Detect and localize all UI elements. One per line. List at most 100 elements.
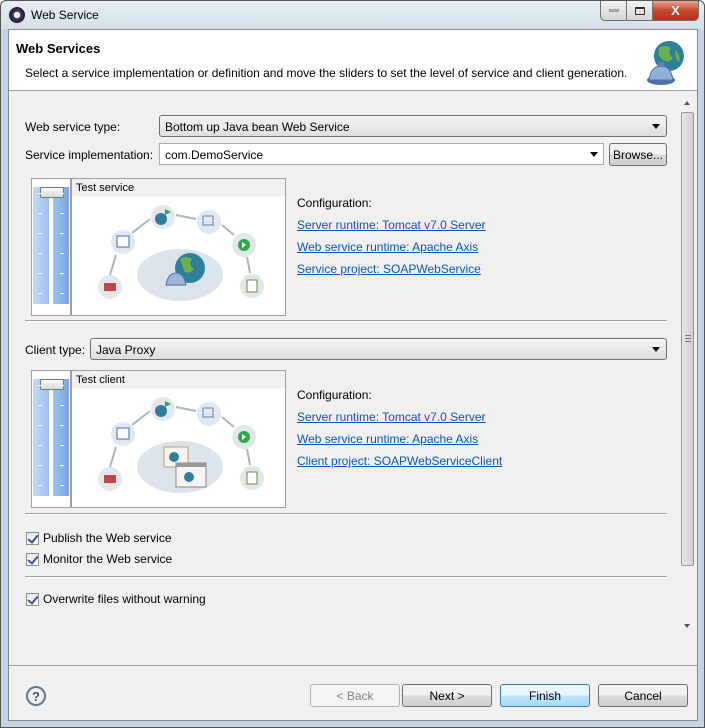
assemble-icon	[116, 235, 130, 248]
scrollable-content: Web service type: Bottom up Java bean We…	[9, 92, 697, 640]
slider-tick	[38, 233, 42, 234]
footer-separator	[9, 665, 697, 666]
test-icon	[246, 279, 258, 293]
step-install	[197, 402, 221, 426]
slider-tick	[60, 293, 64, 294]
service-ws-runtime-link[interactable]: Web service runtime: Apache Axis	[297, 240, 478, 254]
window-title: Web Service	[31, 8, 99, 22]
chevron-down-icon	[590, 152, 598, 157]
slider-tick	[38, 405, 42, 406]
client-ws-runtime-link[interactable]: Web service runtime: Apache Axis	[297, 432, 478, 446]
overwrite-label: Overwrite files without warning	[43, 592, 206, 606]
minimize-icon	[608, 9, 619, 12]
slider-tick	[60, 445, 64, 446]
client-configuration-label: Configuration:	[297, 388, 372, 402]
separator	[25, 576, 667, 578]
dialog-body: Web Services Select a service implementa…	[8, 29, 698, 721]
grip-line	[685, 341, 691, 342]
test-icon	[246, 471, 258, 485]
client-type-dropdown[interactable]: Java Proxy	[90, 338, 667, 360]
separator	[25, 513, 667, 515]
scrollbar-thumb[interactable]	[681, 112, 694, 566]
slider-tick	[60, 193, 64, 194]
minimize-button[interactable]	[600, 1, 627, 21]
slider-track	[33, 379, 69, 496]
slider-track	[33, 187, 69, 304]
web-service-dialog: Web Service X Web Services Select a serv…	[0, 0, 705, 728]
service-level-label: Test service	[72, 179, 285, 197]
slider-tick	[38, 465, 42, 466]
checkbox-checked-icon[interactable]	[26, 531, 39, 545]
client-level-label: Test client	[72, 371, 285, 389]
web-services-globe-icon	[647, 41, 684, 85]
separator	[25, 320, 667, 322]
assemble-icon	[116, 427, 130, 440]
scroll-up-icon[interactable]	[684, 101, 690, 105]
wizard-banner: Web Services Select a service implementa…	[9, 30, 697, 91]
monitor-label: Monitor the Web service	[43, 552, 173, 566]
vertical-scrollbar[interactable]	[680, 94, 695, 638]
slider-tick	[60, 465, 64, 466]
maximize-icon	[634, 6, 645, 15]
slider-tick	[38, 425, 42, 426]
slider-tick	[60, 233, 64, 234]
slider-tick	[60, 405, 64, 406]
service-implementation-label: Service implementation:	[25, 148, 154, 162]
chevron-down-icon	[652, 347, 660, 352]
client-generation-slider[interactable]	[31, 370, 71, 508]
scroll-down-icon[interactable]	[684, 624, 690, 628]
title-bar: Web Service X	[1, 1, 704, 29]
window-controls: X	[600, 1, 699, 21]
client-type-value: Java Proxy	[96, 343, 156, 357]
slider-tick	[38, 293, 42, 294]
help-icon[interactable]: ?	[26, 686, 46, 706]
eclipse-app-icon	[9, 7, 25, 23]
grip-line	[685, 338, 691, 339]
chevron-down-icon	[652, 124, 660, 129]
cancel-button[interactable]: Cancel	[598, 684, 688, 707]
service-configuration-label: Configuration:	[297, 196, 372, 210]
service-implementation-value: com.DemoService	[165, 148, 264, 162]
step-install	[197, 210, 221, 234]
maximize-button[interactable]	[627, 1, 653, 21]
service-implementation-input[interactable]: com.DemoService	[159, 143, 604, 165]
slider-tick	[38, 485, 42, 486]
service-server-runtime-link[interactable]: Server runtime: Tomcat v7.0 Server	[297, 218, 486, 232]
slider-tick	[60, 425, 64, 426]
checkbox-checked-icon[interactable]	[26, 552, 39, 566]
publish-checkbox[interactable]: Publish the Web service	[26, 531, 172, 545]
overwrite-checkbox[interactable]: Overwrite files without warning	[26, 592, 206, 606]
slider-tick	[60, 485, 64, 486]
checkbox-checked-icon[interactable]	[26, 592, 39, 606]
client-type-label: Client type:	[25, 343, 86, 357]
close-button[interactable]: X	[653, 1, 699, 21]
toolbox-icon	[104, 475, 116, 483]
page-description: Select a service implementation or defin…	[25, 66, 628, 80]
service-project-link[interactable]: Service project: SOAPWebService	[297, 262, 481, 276]
service-generation-slider[interactable]	[31, 178, 71, 316]
slider-tick	[38, 193, 42, 194]
slider-tick	[38, 213, 42, 214]
grip-icon	[685, 335, 691, 336]
next-button[interactable]: Next >	[402, 684, 492, 707]
client-server-runtime-link[interactable]: Server runtime: Tomcat v7.0 Server	[297, 410, 486, 424]
monitor-checkbox[interactable]: Monitor the Web service	[26, 552, 172, 566]
toolbox-icon	[104, 283, 116, 291]
back-button[interactable]: < Back	[310, 684, 400, 707]
slider-tick	[38, 385, 42, 386]
service-workflow-diagram	[98, 205, 264, 301]
service-level-preview: Test service	[71, 178, 286, 316]
finish-button[interactable]: Finish	[500, 684, 590, 707]
slider-tick	[60, 213, 64, 214]
slider-tick	[60, 385, 64, 386]
web-service-type-dropdown[interactable]: Bottom up Java bean Web Service	[159, 115, 667, 137]
web-service-type-value: Bottom up Java bean Web Service	[165, 120, 350, 134]
web-service-type-label: Web service type:	[25, 120, 121, 134]
close-icon: X	[671, 3, 680, 18]
browse-button[interactable]: Browse...	[609, 143, 667, 166]
publish-label: Publish the Web service	[43, 531, 172, 545]
slider-tick	[60, 253, 64, 254]
client-project-link[interactable]: Client project: SOAPWebServiceClient	[297, 454, 502, 468]
slider-tick	[60, 273, 64, 274]
slider-tick	[38, 253, 42, 254]
